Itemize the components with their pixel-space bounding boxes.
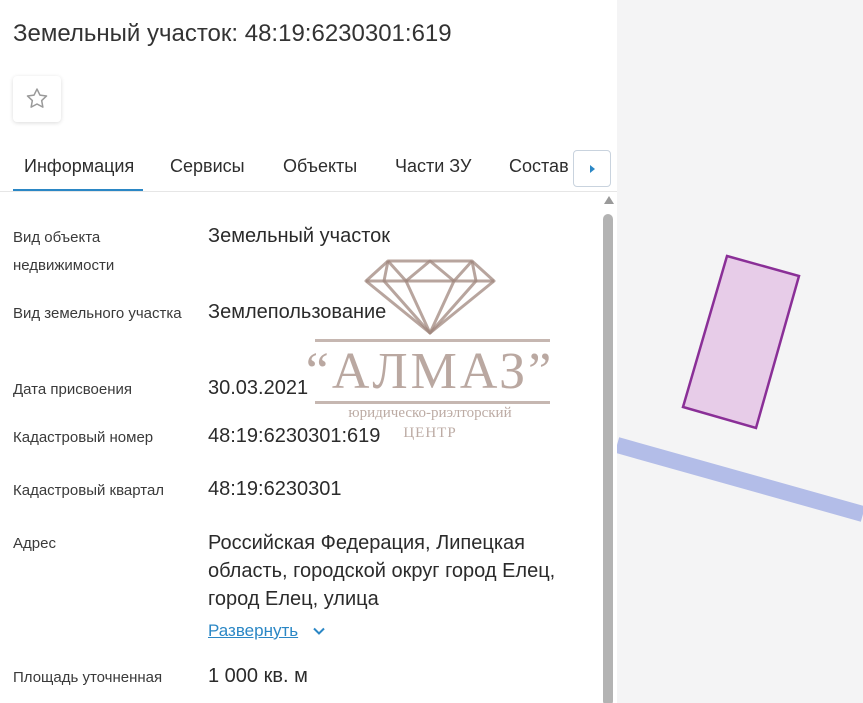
value-area: 1 000 кв. м (208, 665, 308, 687)
value-address: Российская Федерация, Липецкая область, … (208, 532, 556, 610)
star-outline-icon (26, 88, 48, 108)
land-parcel[interactable] (681, 254, 801, 430)
tab-bar: Информация Сервисы Объекты Части ЗУ Сост… (0, 146, 617, 192)
value-cad-number[interactable]: 48:19:6230301:619 (208, 422, 568, 450)
label-assign-date: Дата присвоения (13, 381, 132, 398)
info-list: Вид объекта недвижимости Земельный участ… (0, 192, 600, 703)
label-cad-quarter: Кадастровый квартал (13, 482, 165, 499)
map-canvas[interactable] (617, 0, 863, 703)
value-object-type: Земельный участок (208, 225, 391, 247)
label-cad-number: Кадастровый номер (13, 429, 154, 446)
info-panel: Земельный участок: 48:19:6230301:619 Инф… (0, 0, 617, 703)
panel-scrollbar[interactable] (601, 196, 615, 703)
value-assign-date: 30.03.2021 (208, 377, 309, 399)
label-address: Адрес (13, 535, 56, 552)
map-view[interactable] (617, 0, 863, 703)
scroll-up-arrow-icon[interactable] (604, 196, 614, 204)
tabs-scroll-right-button[interactable] (573, 150, 611, 187)
road (617, 437, 863, 522)
label-land-type: Вид земельного участка (13, 305, 182, 322)
scroll-thumb[interactable] (603, 214, 613, 703)
caret-right-icon (590, 164, 595, 173)
tab-services[interactable]: Сервисы (170, 146, 245, 190)
chevron-down-icon (313, 627, 325, 635)
favorite-button[interactable] (13, 76, 61, 122)
label-object-type: Вид объекта недвижимости (13, 229, 115, 274)
address-block: Российская Федерация, Липецкая область, … (208, 529, 558, 645)
expand-label: Развернуть (208, 621, 299, 640)
value-cad-quarter[interactable]: 48:19:6230301 (208, 475, 568, 503)
tab-land-parts[interactable]: Части ЗУ (395, 146, 471, 190)
tab-objects[interactable]: Объекты (283, 146, 357, 190)
page-title: Земельный участок: 48:19:6230301:619 (13, 20, 452, 47)
label-area: Площадь уточненная (13, 669, 163, 686)
tab-composition[interactable]: Состав (509, 146, 569, 190)
value-land-type: Землепользование (208, 301, 387, 323)
tab-information[interactable]: Информация (12, 146, 144, 191)
expand-address-link[interactable]: Развернуть (208, 617, 326, 645)
